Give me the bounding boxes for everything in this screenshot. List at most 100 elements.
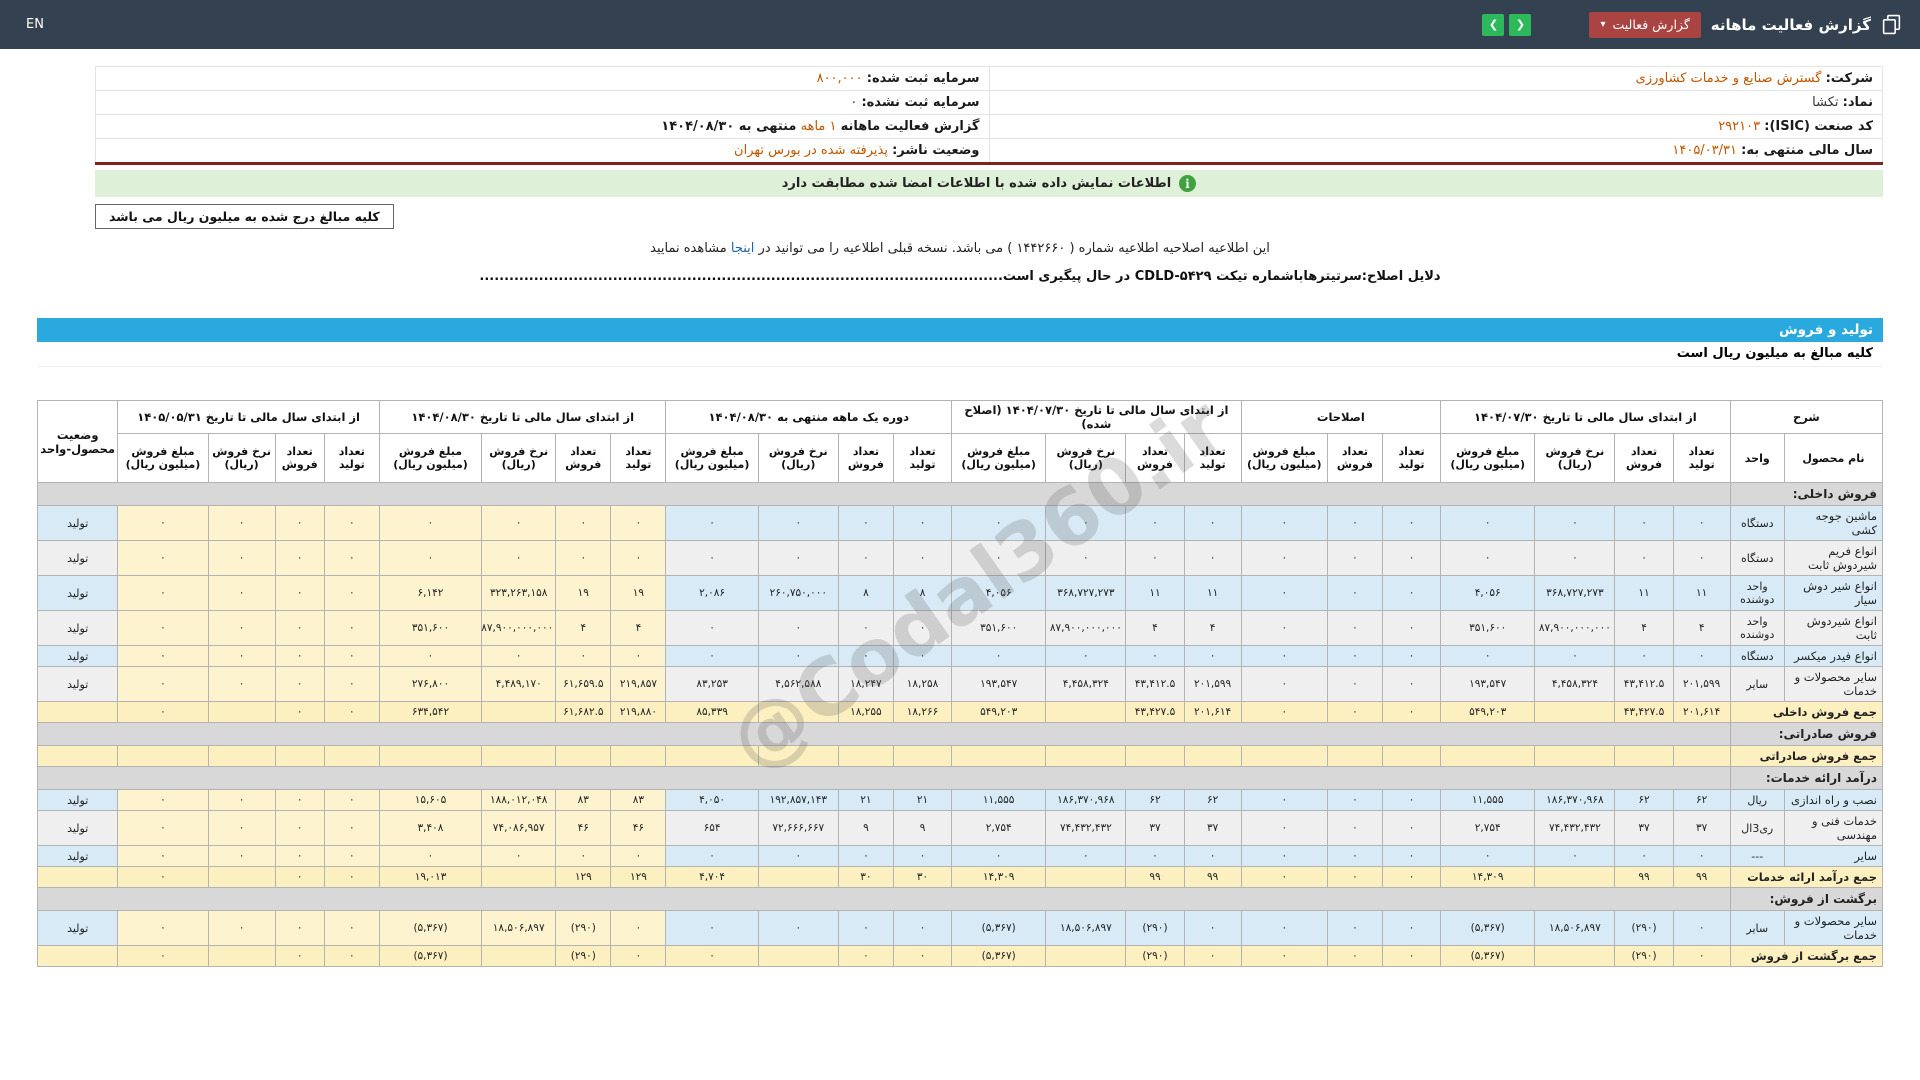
table-cell: ۰ <box>1614 645 1674 667</box>
table-cell: ۰ <box>555 505 612 541</box>
fiscal-year-label: سال مالی منتهی به: <box>1741 143 1873 158</box>
table-cell: ۰ <box>757 910 839 946</box>
table-cell: ۲۶۰,۷۵۰,۰۰۰ <box>757 575 839 611</box>
table-cell: ۰ <box>1672 540 1731 576</box>
table-cell: ۸ <box>837 575 894 611</box>
product-name: انواع شیر دوش سیار <box>1783 575 1884 611</box>
table-cell <box>378 745 483 767</box>
production-table: شرح از ابتدای سال مالی تا تاریخ ۱۴۰۴/۰۷/۳… <box>36 400 1884 967</box>
table-cell: ۱۱ <box>1125 575 1185 611</box>
table-cell: ۱۹۳,۵۴۷ <box>951 666 1047 702</box>
table-cell: ۲۰۱,۶۱۴ <box>1672 701 1731 723</box>
table-cell: (۵,۳۶۷) <box>951 910 1047 946</box>
table-cell: ۶۳۴,۵۴۲ <box>378 701 483 723</box>
table-cell: ۰ <box>1534 505 1616 541</box>
table-cell: ۰ <box>610 645 667 667</box>
previous-version-link[interactable]: اینجا <box>731 241 755 256</box>
table-row: خدمات فنی و مهندسی ری3ال ۳۷ ۳۷ ۷۴,۴۳۲,۴۳۲ ۲,۷… <box>36 810 1884 846</box>
table-cell: ۰ <box>1440 505 1536 541</box>
column-header: مبلغ فروش (میلیون ریال) <box>951 433 1047 483</box>
amendment-reason-tail: در حال پیگیری است <box>1002 269 1131 284</box>
table-cell: ۰ <box>665 540 759 576</box>
previous-announcement-button[interactable]: ❮ <box>1482 13 1505 36</box>
table-cell: ۳۵۱,۶۰۰ <box>951 610 1047 646</box>
product-unit: --- <box>1729 845 1785 867</box>
table-cell: ۰ <box>892 845 953 867</box>
table-cell: ۰ <box>837 945 894 967</box>
table-cell: (۲۹۰) <box>1614 910 1674 946</box>
table-cell: ۰ <box>274 575 325 611</box>
table-cell: ۱۸,۲۵۸ <box>892 666 953 702</box>
table-cell <box>1534 745 1616 767</box>
table-cell: ۴۳,۴۲۷.۵ <box>1614 701 1674 723</box>
table-cell: ۹۹ <box>1125 866 1185 888</box>
isic-value: ۲۹۲۱۰۳ <box>1718 119 1761 134</box>
table-cell: ۰ <box>892 540 953 576</box>
table-cell: ۰ <box>1125 505 1185 541</box>
table-cell <box>207 745 276 767</box>
table-cell: ۹۹ <box>1614 866 1674 888</box>
product-unit: سایر <box>1729 910 1785 946</box>
table-cell <box>555 745 612 767</box>
amendment-reason: دلایل اصلاح:سرتیترهاباشماره تیکت CDLD-۵۴… <box>0 269 1920 284</box>
table-cell: ۰ <box>274 505 325 541</box>
table-cell: ۰ <box>555 845 612 867</box>
table-cell: ۸۳,۲۵۳ <box>665 666 759 702</box>
table-cell: ۰ <box>1381 610 1442 646</box>
language-toggle[interactable]: EN <box>26 17 44 32</box>
column-header: تعداد تولید <box>892 433 953 483</box>
table-cell: ۰ <box>610 910 667 946</box>
table-cell: (۲۹۰) <box>555 945 612 967</box>
table-cell: ۴ <box>1125 610 1185 646</box>
table-header-row: نام محصول واحد تعداد تولید تعداد فروش نرخ فر… <box>38 433 1884 483</box>
table-cell: ۰ <box>1381 789 1442 811</box>
table-cell: ۴,۴۵۸,۳۲۴ <box>1534 666 1616 702</box>
product-unit: واحد دوشنده <box>1729 610 1785 646</box>
table-cell: ۸۳ <box>555 789 612 811</box>
table-cell: ۰ <box>117 540 209 576</box>
product-status: تولید <box>36 540 119 576</box>
table-cell: ۰ <box>274 540 325 576</box>
table-cell: ۰ <box>837 610 894 646</box>
table-cell: ۰ <box>1440 645 1536 667</box>
report-type-label: گزارش فعالیت <box>1612 17 1690 32</box>
table-cell: ۰ <box>117 505 209 541</box>
section-row: فروش صادراتی: <box>37 722 1884 746</box>
table-cell: ۴۳,۴۱۲.۵ <box>1614 666 1674 702</box>
table-cell: ۰ <box>1240 789 1328 811</box>
report-copy-icon[interactable] <box>1881 14 1902 35</box>
table-cell: ۳۵۱,۶۰۰ <box>1440 610 1536 646</box>
info-row: کد صنعت (ISIC): ۲۹۲۱۰۳ گزارش فعالیت ماها… <box>95 114 1883 139</box>
table-cell: ۵۴۹,۲۰۳ <box>1440 701 1536 723</box>
announcement-nav: ❮ ❯ <box>1482 13 1532 36</box>
table-cell: ۲۱۹,۸۵۷ <box>610 666 667 702</box>
table-cell: ۰ <box>1045 540 1127 576</box>
product-status: تولید <box>36 845 119 867</box>
table-cell: ۰ <box>1045 505 1127 541</box>
table-cell <box>481 945 557 967</box>
table-cell: ۴,۴۵۸,۳۲۴ <box>1045 666 1127 702</box>
product-status: تولید <box>36 910 119 946</box>
table-cell: ۸۳ <box>610 789 667 811</box>
unregistered-capital-value: ۰ <box>850 95 858 110</box>
table-cell: ۰ <box>1183 540 1242 576</box>
table-cell: ۰ <box>323 666 380 702</box>
table-cell: ۰ <box>1672 945 1731 967</box>
table-cell: ۴ <box>1183 610 1242 646</box>
report-type-dropdown[interactable]: گزارش فعالیت ▾ <box>1589 11 1701 38</box>
info-icon: i <box>1179 175 1197 192</box>
table-cell <box>1045 866 1127 888</box>
table-cell <box>1440 745 1536 767</box>
table-cell: ۱۴,۳۰۹ <box>951 866 1047 888</box>
table-cell: ۰ <box>610 540 667 576</box>
table-cell: ۰ <box>837 505 894 541</box>
table-cell: ۰ <box>1183 645 1242 667</box>
table-cell: ۹ <box>837 810 894 846</box>
table-cell: (۲۹۰) <box>1125 945 1185 967</box>
ticket-number: CDLD-۵۴۲۹ <box>1134 269 1212 284</box>
next-announcement-button[interactable]: ❯ <box>1509 13 1532 36</box>
table-cell <box>757 701 839 723</box>
table-cell <box>481 745 557 767</box>
symbol-value: تکشا <box>1812 95 1839 110</box>
table-cell: ۱۱ <box>1183 575 1242 611</box>
